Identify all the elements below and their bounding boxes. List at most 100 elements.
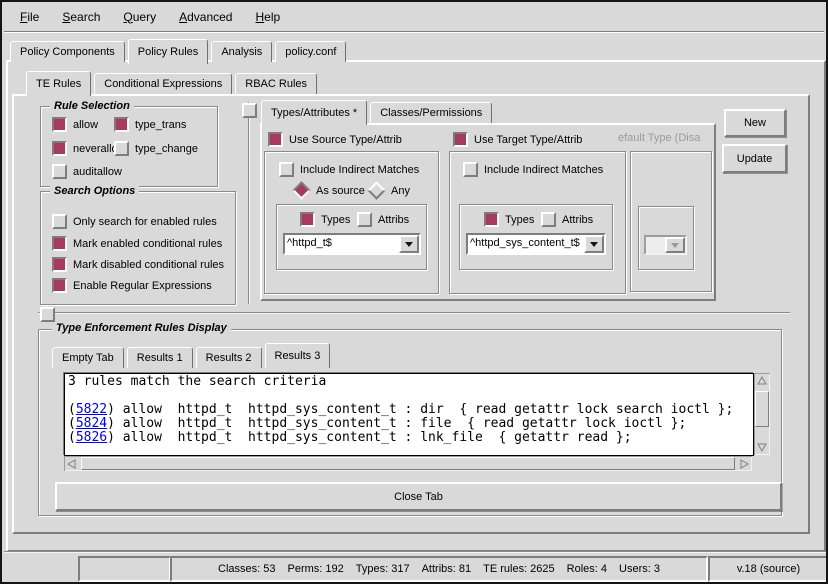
tab-results-3[interactable]: Results 3 [265, 343, 331, 368]
arrow-left-icon [67, 459, 77, 469]
tab-empty-tab[interactable]: Empty Tab [52, 347, 124, 368]
status-stat: TE rules: 2625 [483, 563, 555, 575]
scroll-left-button[interactable] [64, 456, 80, 471]
radio-any[interactable]: Any [368, 183, 410, 198]
checkbox-mark-disabled-conditional[interactable]: Mark disabled conditional rules [52, 257, 224, 272]
update-button[interactable]: Update [722, 144, 787, 173]
vertical-sash-handle[interactable] [242, 103, 257, 118]
checkbox-allow[interactable]: allow [52, 117, 98, 132]
app-window: File Search Query Advanced Help Policy C… [0, 0, 828, 584]
menu-help[interactable]: Help [251, 8, 284, 26]
checkbox-use-source-type[interactable]: Use Source Type/Attrib [268, 132, 402, 147]
horizontal-scrollbar-thumb[interactable] [81, 457, 735, 470]
checkbox-enable-regex[interactable]: Enable Regular Expressions [52, 278, 212, 293]
checkbox-target-types[interactable]: Types [484, 212, 534, 227]
te-tab-bar: TE Rules Conditional Expressions RBAC Ru… [26, 72, 320, 94]
checkbox-target-include-indirect[interactable]: Include Indirect Matches [463, 162, 603, 177]
target-type-combo-value[interactable]: ^httpd_sys_content_t$ [468, 235, 584, 253]
checkbox-indicator [114, 117, 129, 132]
tab-results-1[interactable]: Results 1 [127, 347, 193, 368]
tab-conditional-expressions[interactable]: Conditional Expressions [94, 73, 232, 94]
checkbox-label: type_change [135, 143, 198, 155]
checkbox-label: Mark enabled conditional rules [73, 238, 222, 250]
update-button-label: Update [737, 153, 772, 165]
checkbox-auditallow[interactable]: auditallow [52, 164, 122, 179]
tab-policy-components[interactable]: Policy Components [10, 41, 125, 62]
source-type-combo[interactable]: ^httpd_t$ [283, 233, 421, 255]
checkbox-type-trans[interactable]: type_trans [114, 117, 186, 132]
vertical-scrollbar-thumb[interactable] [755, 391, 769, 427]
checkbox-indicator [463, 162, 478, 177]
results-tab-bar: Empty Tab Results 1 Results 2 Results 3 [52, 346, 333, 368]
checkbox-mark-enabled-conditional[interactable]: Mark enabled conditional rules [52, 236, 222, 251]
checkbox-type-change[interactable]: type_change [114, 141, 198, 156]
checkbox-source-include-indirect[interactable]: Include Indirect Matches [279, 162, 419, 177]
target-type-combo[interactable]: ^httpd_sys_content_t$ [466, 233, 606, 255]
results-vertical-scrollbar[interactable] [754, 373, 770, 455]
tab-label: Types/Attributes * [271, 107, 357, 119]
status-stat: Roles: 4 [567, 563, 607, 575]
rule-selection-title: Rule Selection [50, 100, 134, 112]
checkbox-indicator [52, 236, 67, 251]
radio-indicator [292, 181, 310, 199]
close-tab-button[interactable]: Close Tab [55, 482, 782, 511]
tab-label: RBAC Rules [245, 78, 307, 90]
results-horizontal-scrollbar[interactable] [64, 456, 752, 471]
results-text-area[interactable]: 3 rules match the search criteria (5822)… [64, 373, 754, 456]
checkbox-source-attribs[interactable]: Attribs [357, 212, 409, 227]
checkbox-indicator [52, 141, 67, 156]
checkbox-target-attribs[interactable]: Attribs [541, 212, 593, 227]
menu-query[interactable]: Query [119, 8, 160, 26]
rule-number-link[interactable]: 5826 [76, 430, 107, 445]
target-type-combo-arrow[interactable] [584, 235, 604, 253]
tab-label: Results 3 [275, 350, 321, 362]
tab-rbac-rules[interactable]: RBAC Rules [235, 73, 317, 94]
horizontal-sash-handle[interactable] [40, 307, 55, 322]
scroll-up-button[interactable] [754, 373, 770, 389]
checkbox-indicator [114, 141, 129, 156]
tab-label: Analysis [221, 46, 262, 58]
tab-classes-permissions[interactable]: Classes/Permissions [370, 102, 492, 123]
new-button[interactable]: New [724, 109, 786, 137]
menu-advanced[interactable]: Advanced [175, 8, 236, 26]
scroll-down-button[interactable] [754, 439, 770, 455]
checkbox-use-target-type[interactable]: Use Target Type/Attrib [453, 132, 582, 147]
source-type-combo-arrow[interactable] [399, 235, 419, 253]
vertical-sash[interactable] [248, 102, 250, 304]
rule-number-link[interactable]: 5822 [76, 402, 107, 417]
rule-line: (5824) allow httpd_t httpd_sys_content_t… [65, 417, 753, 431]
tab-types-attributes[interactable]: Types/Attributes * [261, 100, 367, 125]
radio-indicator [367, 181, 385, 199]
rule-number-link[interactable]: 5824 [76, 416, 107, 431]
arrow-down-icon [757, 442, 767, 452]
tab-label: Classes/Permissions [380, 107, 482, 119]
tab-results-2[interactable]: Results 2 [196, 347, 262, 368]
checkbox-only-enabled-rules[interactable]: Only search for enabled rules [52, 214, 217, 229]
tab-label: Conditional Expressions [104, 78, 222, 90]
tab-te-rules[interactable]: TE Rules [26, 71, 91, 96]
tab-policy-rules[interactable]: Policy Rules [128, 39, 209, 64]
checkbox-indicator [541, 212, 556, 227]
menu-file[interactable]: File [16, 8, 43, 26]
scroll-right-button[interactable] [736, 456, 752, 471]
status-stat: Users: 3 [619, 563, 660, 575]
checkbox-indicator [453, 132, 468, 147]
chevron-down-icon [590, 242, 598, 251]
checkbox-indicator [300, 212, 315, 227]
menu-search[interactable]: Search [58, 8, 104, 26]
horizontal-sash[interactable] [38, 312, 790, 314]
checkbox-label: Use Source Type/Attrib [289, 134, 402, 146]
status-stat: Types: 317 [356, 563, 410, 575]
tab-policy-conf[interactable]: policy.conf [275, 41, 346, 62]
types-attributes-tab-bar: Types/Attributes * Classes/Permissions [261, 101, 495, 123]
results-rules: (5822) allow httpd_t httpd_sys_content_t… [65, 403, 753, 445]
source-type-combo-value[interactable]: ^httpd_t$ [285, 235, 399, 253]
radio-as-source[interactable]: As source [293, 183, 365, 198]
status-empty-panel [78, 556, 171, 582]
tab-analysis[interactable]: Analysis [211, 41, 272, 62]
new-button-label: New [744, 117, 766, 129]
checkbox-source-types[interactable]: Types [300, 212, 350, 227]
checkbox-label: auditallow [73, 166, 122, 178]
tab-label: policy.conf [285, 46, 336, 58]
search-options-title: Search Options [50, 185, 139, 197]
